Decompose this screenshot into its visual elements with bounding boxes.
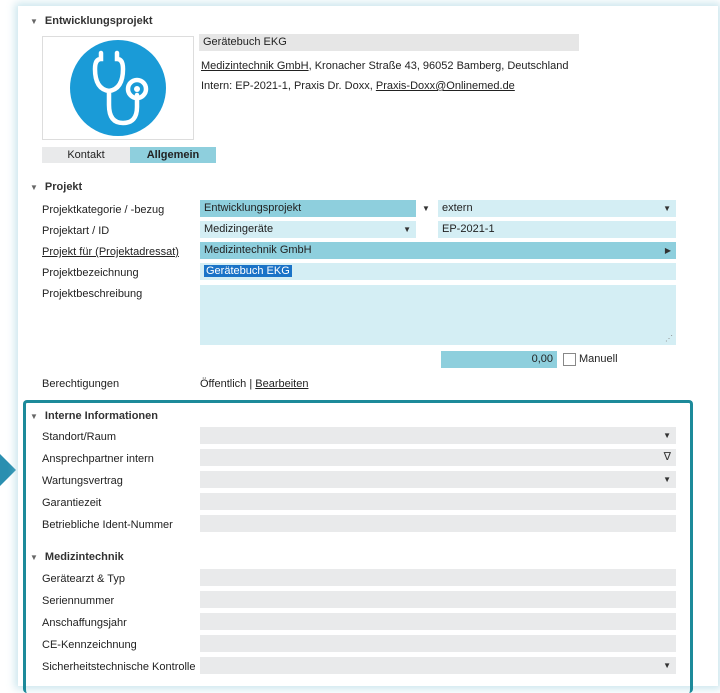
section-header-interne[interactable]: ▼ Interne Informationen (30, 410, 158, 422)
garantiezeit-input[interactable] (200, 493, 676, 510)
seriennummer-label: Seriennummer (42, 595, 115, 607)
collapse-triangle-icon: ▼ (30, 552, 38, 562)
chevron-down-icon: ▼ (663, 475, 671, 484)
ce-input[interactable] (200, 635, 676, 652)
chevron-down-icon[interactable]: ▼ (416, 200, 436, 217)
anschaffungsjahr-input[interactable] (200, 613, 676, 630)
projekt-fuer-field[interactable]: Medizintechnik GmbH ▶ (200, 242, 676, 259)
art-select[interactable]: Medizingeräte ▼ (200, 221, 416, 238)
wartungsvertrag-label: Wartungsvertrag (42, 475, 123, 487)
ident-nummer-input[interactable] (200, 515, 676, 532)
address-line: Medizintechnik GmbH, Kronacher Straße 43… (201, 60, 569, 72)
email-link[interactable]: Praxis-Doxx@Onlinemed.de (376, 80, 515, 92)
pointer-arrow-icon (0, 454, 16, 486)
device-title-field: Gerätebuch EKG (199, 34, 579, 51)
standort-select[interactable]: ▼ (200, 427, 676, 444)
chevron-down-icon: ▼ (663, 661, 671, 670)
device-logo-frame (42, 36, 194, 140)
geraetearzt-input[interactable] (200, 569, 676, 586)
kategorie-label: Projektkategorie / -bezug (42, 204, 165, 216)
collapse-triangle-icon: ▼ (30, 411, 38, 421)
tab-kontakt[interactable]: Kontakt (42, 147, 130, 163)
projekt-id-field[interactable]: EP-2021-1 (438, 221, 676, 238)
collapse-triangle-icon: ▼ (30, 182, 38, 192)
standort-label: Standort/Raum (42, 431, 116, 443)
berechtigungen-label: Berechtigungen (42, 378, 120, 390)
form-panel: ▼ Entwicklungsprojekt Gerätebuch EKG Med… (18, 6, 718, 693)
company-link[interactable]: Medizintechnik GmbH (201, 60, 309, 72)
ident-nummer-label: Betriebliche Ident-Nummer (42, 519, 173, 531)
art-label: Projektart / ID (42, 225, 110, 237)
collapse-triangle-icon: ▼ (30, 16, 38, 26)
geraetearzt-label: Gerätearzt & Typ (42, 573, 125, 585)
chevron-right-icon: ▶ (664, 246, 671, 255)
section-header-projekt[interactable]: ▼ Projekt (30, 181, 82, 193)
stk-select[interactable]: ▼ (200, 657, 676, 674)
anschaffungsjahr-label: Anschaffungsjahr (42, 617, 127, 629)
chevron-down-icon: ▼ (663, 204, 671, 213)
ansprechpartner-label: Ansprechpartner intern (42, 453, 154, 465)
projekt-fuer-link[interactable]: Projekt für (Projektadressat) (42, 246, 179, 258)
kategorie-select[interactable]: Entwicklungsprojekt (200, 200, 416, 217)
section-header-entwicklungsprojekt[interactable]: ▼ Entwicklungsprojekt (30, 15, 153, 27)
chevron-down-icon: ▼ (403, 225, 411, 234)
garantiezeit-label: Garantiezeit (42, 497, 102, 509)
stk-label: Sicherheitstechnische Kontrolle (42, 661, 196, 673)
bezeichnung-input[interactable]: Gerätebuch EKG (200, 263, 676, 280)
manuell-label: Manuell (579, 353, 618, 365)
tab-allgemein[interactable]: Allgemein (130, 147, 216, 163)
resize-grip-icon[interactable]: ⋰ (665, 334, 673, 343)
ansprechpartner-field[interactable]: ∇ (200, 449, 676, 466)
section-header-medizintechnik[interactable]: ▼ Medizintechnik (30, 551, 124, 563)
bezeichnung-label: Projektbezeichnung (42, 267, 139, 279)
seriennummer-input[interactable] (200, 591, 676, 608)
beschreibung-label: Projektbeschreibung (42, 288, 143, 300)
ce-label: CE-Kennzeichnung (42, 639, 137, 651)
wartungsvertrag-select[interactable]: ▼ (200, 471, 676, 488)
manuell-checkbox[interactable] (563, 353, 576, 366)
stethoscope-icon (70, 40, 166, 136)
bearbeiten-link[interactable]: Bearbeiten (255, 378, 308, 390)
filter-icon[interactable]: ∇ (664, 449, 671, 466)
bezug-select[interactable]: extern ▼ (438, 200, 676, 217)
berechtigungen-value: Öffentlich | Bearbeiten (200, 378, 309, 390)
amount-field[interactable]: 0,00 (441, 351, 557, 368)
chevron-down-icon: ▼ (663, 431, 671, 440)
beschreibung-textarea[interactable]: ⋰ (200, 285, 676, 345)
intern-line: Intern: EP-2021-1, Praxis Dr. Doxx, Prax… (201, 80, 515, 92)
